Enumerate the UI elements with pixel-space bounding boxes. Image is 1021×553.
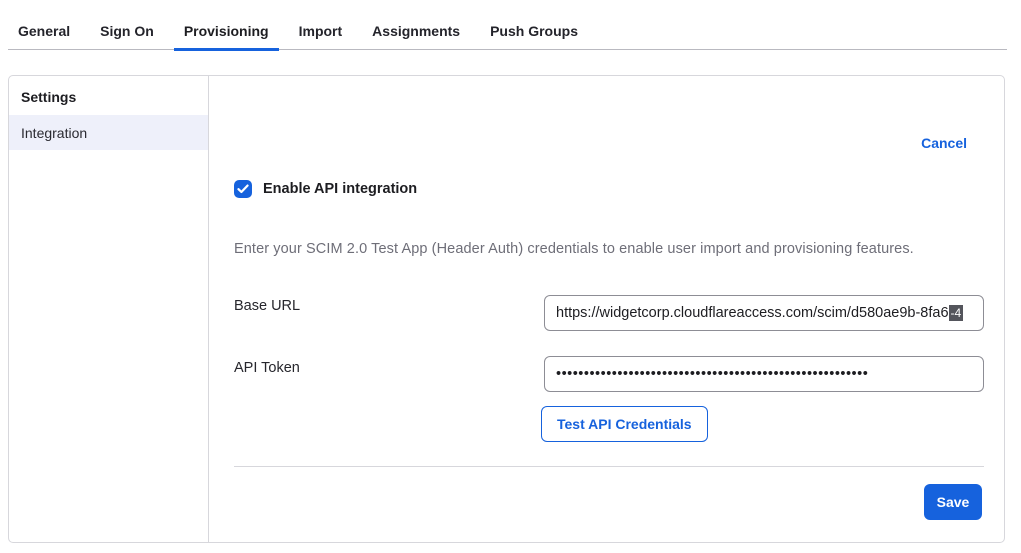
tab-sign-on[interactable]: Sign On: [90, 24, 164, 49]
provisioning-panel: Settings Integration Cancel Enable API i…: [8, 75, 1005, 543]
tab-provisioning[interactable]: Provisioning: [174, 24, 279, 51]
tab-push-groups[interactable]: Push Groups: [480, 24, 588, 49]
sidebar-item-integration[interactable]: Integration: [9, 115, 208, 150]
sidebar-header: Settings: [9, 76, 208, 115]
tab-import[interactable]: Import: [289, 24, 353, 49]
app-tab-bar: General Sign On Provisioning Import Assi…: [8, 24, 1007, 50]
base-url-input[interactable]: https://widgetcorp.cloudflareaccess.com/…: [544, 295, 984, 331]
enable-api-integration-row: Enable API integration: [234, 180, 417, 198]
api-token-label: API Token: [234, 360, 300, 376]
provisioning-page: General Sign On Provisioning Import Assi…: [0, 0, 1021, 553]
save-button[interactable]: Save: [924, 484, 982, 520]
settings-sidebar: Settings Integration: [9, 76, 209, 542]
enable-api-integration-label: Enable API integration: [263, 181, 417, 197]
enable-api-integration-checkbox[interactable]: [234, 180, 252, 198]
tab-assignments[interactable]: Assignments: [362, 24, 470, 49]
tab-general[interactable]: General: [8, 24, 80, 49]
sidebar-item-label: Integration: [21, 125, 87, 141]
base-url-value: https://widgetcorp.cloudflareaccess.com/…: [556, 305, 949, 321]
test-api-credentials-button[interactable]: Test API Credentials: [541, 406, 708, 442]
footer-divider: [234, 466, 984, 467]
base-url-label: Base URL: [234, 298, 300, 314]
checkmark-icon: [237, 184, 249, 194]
integration-form: Cancel Enable API integration Enter your…: [209, 76, 1004, 542]
base-url-selected-text: -4: [949, 305, 964, 321]
credentials-description: Enter your SCIM 2.0 Test App (Header Aut…: [234, 241, 982, 257]
api-token-input[interactable]: [544, 356, 984, 392]
cancel-button[interactable]: Cancel: [921, 135, 967, 151]
